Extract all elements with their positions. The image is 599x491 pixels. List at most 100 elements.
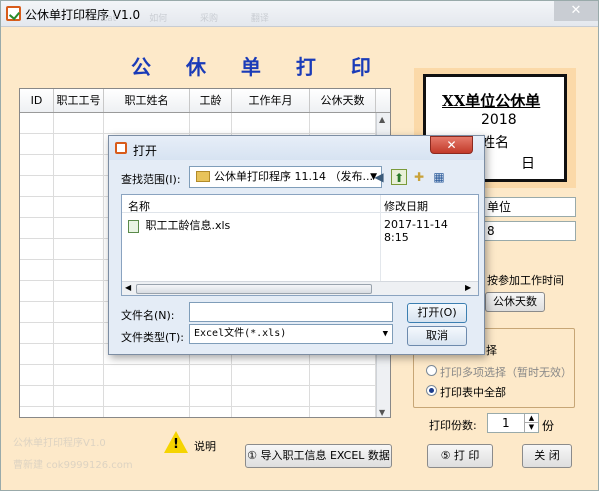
app-icon [6, 6, 21, 21]
back-icon[interactable]: ◀ [371, 169, 387, 185]
table-cell[interactable] [190, 365, 232, 385]
slip-day: 日 [521, 156, 535, 172]
table-cell[interactable] [310, 386, 376, 406]
table-cell[interactable] [54, 155, 104, 175]
slip-year: 2018 [481, 112, 517, 128]
calc-leave-days-button[interactable]: 公休天数 [485, 292, 545, 312]
slip-title: XX单位公休单 [442, 92, 541, 110]
table-cell[interactable] [20, 239, 54, 259]
dialog-title-bar: 打开 ✕ [109, 136, 484, 160]
table-cell[interactable] [54, 197, 104, 217]
table-cell[interactable] [54, 323, 104, 343]
table-cell[interactable] [20, 281, 54, 301]
table-cell[interactable] [20, 134, 54, 154]
col-seniority[interactable]: 工龄 [190, 89, 232, 112]
dialog-close-button[interactable]: ✕ [430, 136, 473, 154]
table-cell[interactable] [20, 197, 54, 217]
table-cell[interactable] [54, 260, 104, 280]
table-cell[interactable] [54, 344, 104, 364]
col-work-date[interactable]: 工作年月 [232, 89, 310, 112]
col-emp-name[interactable]: 职工姓名 [104, 89, 190, 112]
window-close-button[interactable]: ✕ [554, 1, 598, 21]
filetype-value: Excel文件(*.xls) [194, 328, 287, 339]
hscroll-thumb[interactable] [136, 284, 372, 294]
table-cell[interactable] [232, 386, 310, 406]
filename-input[interactable] [189, 302, 393, 322]
filename-label: 文件名(N): [121, 309, 175, 322]
up-folder-icon[interactable]: ⬆ [391, 169, 407, 185]
col-modified[interactable]: 修改日期 [380, 198, 428, 214]
table-cell[interactable] [104, 113, 190, 133]
table-cell[interactable] [104, 407, 190, 417]
open-button[interactable]: 打开(O) [407, 303, 467, 323]
file-list-header: 名称 修改日期 [122, 195, 478, 213]
file-row[interactable]: 职工工龄信息.xls 2017-11-14 8:15 [128, 217, 474, 244]
col-emp-no[interactable]: 职工工号 [54, 89, 104, 112]
view-menu-icon[interactable]: ▦ [431, 169, 447, 185]
table-cell[interactable] [54, 134, 104, 154]
table-cell[interactable] [20, 176, 54, 196]
table-cell[interactable] [20, 218, 54, 238]
help-label[interactable]: 说明 [194, 438, 216, 454]
table-cell[interactable] [54, 218, 104, 238]
open-file-dialog: 打开 ✕ 查找范围(I): 公休单打印程序 11.14 （发布... ▼ ◀ ⬆… [108, 135, 485, 355]
file-name: 职工工龄信息.xls [145, 219, 231, 232]
table-cell[interactable] [20, 260, 54, 280]
filetype-select[interactable]: Excel文件(*.xls) ▼ [189, 324, 393, 344]
table-cell[interactable] [310, 113, 376, 133]
scroll-down-icon[interactable]: ▼ [379, 408, 385, 417]
table-cell[interactable] [54, 365, 104, 385]
import-excel-button[interactable]: ① 导入职工信息 EXCEL 数据 [245, 444, 392, 468]
spin-up-icon[interactable]: ▲ [524, 414, 538, 423]
radio-print-all[interactable] [426, 385, 437, 396]
table-cell[interactable] [232, 113, 310, 133]
table-cell[interactable] [310, 407, 376, 417]
table-cell[interactable] [54, 407, 104, 417]
print-button[interactable]: ⑤ 打 印 [427, 444, 493, 468]
table-cell[interactable] [54, 113, 104, 133]
table-cell[interactable] [232, 407, 310, 417]
page-title: 公 休 单 打 印 [131, 55, 385, 79]
table-cell[interactable] [190, 407, 232, 417]
table-cell[interactable] [190, 386, 232, 406]
table-cell[interactable] [54, 302, 104, 322]
spin-down-icon[interactable]: ▼ [524, 423, 538, 432]
file-list-hscroll[interactable]: ◀ ▶ [122, 281, 478, 295]
table-cell[interactable] [20, 323, 54, 343]
col-leave-days[interactable]: 公休天数 [310, 89, 376, 112]
table-cell[interactable] [20, 386, 54, 406]
title-bar: 公休单打印程序 V1.0 Cat 如何 采购 翻译 ✕ [1, 1, 598, 27]
table-cell[interactable] [190, 113, 232, 133]
scroll-up-icon[interactable]: ▲ [379, 115, 385, 124]
table-cell[interactable] [20, 365, 54, 385]
table-row[interactable] [20, 113, 390, 134]
copies-stepper[interactable]: 1 ▲ ▼ [487, 413, 539, 433]
lookin-dropdown[interactable]: 公休单打印程序 11.14 （发布... ▼ [189, 166, 382, 188]
table-cell[interactable] [104, 386, 190, 406]
table-cell[interactable] [54, 386, 104, 406]
col-name[interactable]: 名称 [128, 198, 150, 214]
col-id[interactable]: ID [20, 89, 54, 112]
radio-print-all-label: 打印表中全部 [440, 386, 506, 399]
table-cell[interactable] [54, 281, 104, 301]
table-cell[interactable] [232, 365, 310, 385]
table-cell[interactable] [20, 155, 54, 175]
scroll-left-icon[interactable]: ◀ [125, 283, 131, 292]
table-cell[interactable] [20, 302, 54, 322]
table-cell[interactable] [20, 407, 54, 417]
table-cell[interactable] [20, 344, 54, 364]
table-cell[interactable] [104, 365, 190, 385]
cancel-button[interactable]: 取消 [407, 326, 467, 346]
table-row[interactable] [20, 407, 390, 417]
scroll-right-icon[interactable]: ▶ [465, 283, 471, 292]
table-cell[interactable] [54, 176, 104, 196]
table-cell[interactable] [310, 365, 376, 385]
table-cell[interactable] [54, 239, 104, 259]
table-row[interactable] [20, 365, 390, 386]
new-folder-icon[interactable]: ✚ [411, 169, 427, 185]
radio-print-multi[interactable] [426, 365, 437, 376]
table-cell[interactable] [20, 113, 54, 133]
table-row[interactable] [20, 386, 390, 407]
file-list[interactable]: 名称 修改日期 职工工龄信息.xls 2017-11-14 8:15 ◀ ▶ [121, 194, 479, 296]
close-button[interactable]: 关 闭 [522, 444, 572, 468]
